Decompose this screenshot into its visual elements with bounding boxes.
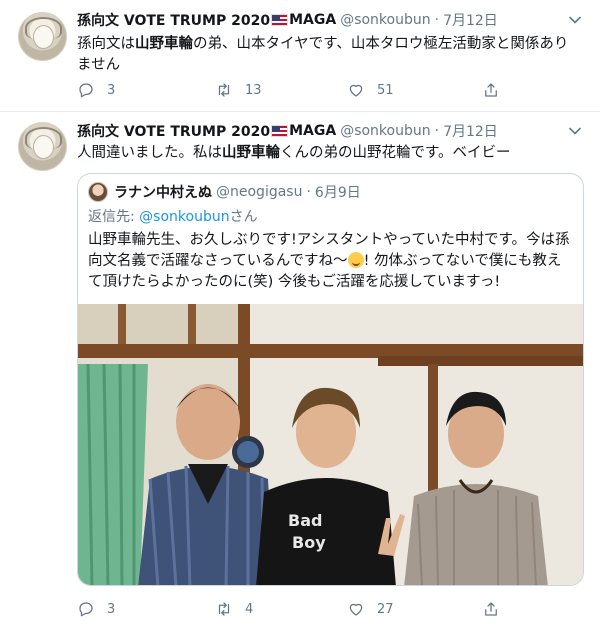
shirt-graphic-text: Boy — [292, 533, 326, 552]
us-flag-icon — [271, 125, 289, 137]
tweet-header: 孫向文 VOTE TRUMP 2020 MAGA @sonkoubun · 7月… — [77, 121, 498, 141]
retweet-icon — [218, 602, 230, 616]
tweet-date[interactable]: 7月12日 — [443, 10, 498, 30]
tweet-actions: 3 4 27 — [77, 600, 547, 622]
reply-count: 3 — [107, 601, 116, 617]
share-button[interactable] — [482, 600, 512, 618]
reply-icon — [79, 602, 93, 617]
heart-icon — [349, 603, 363, 616]
reply-context: 返信先: @sonkoubunさん — [88, 206, 258, 226]
reply-button[interactable]: 3 — [77, 81, 115, 99]
like-count: 51 — [377, 82, 394, 98]
reply-icon — [79, 83, 93, 98]
reply-context-handle[interactable]: @sonkoubun — [139, 209, 229, 225]
display-name-suffix[interactable]: MAGA — [289, 12, 336, 28]
retweet-count: 13 — [245, 82, 262, 98]
shirt-graphic-text: Bad — [288, 511, 322, 530]
like-count: 27 — [377, 601, 394, 617]
avatar-face — [33, 25, 54, 49]
quoted-tweet-text: 山野車輪先生、お久しぶりです!アシスタントやっていた中村です。今は孫向文名義で活… — [88, 230, 574, 293]
reply-context-label: 返信先: — [88, 209, 140, 225]
user-handle[interactable]: @sonkoubun — [340, 123, 430, 139]
us-flag-icon — [271, 14, 289, 26]
share-icon — [485, 602, 497, 616]
share-icon — [485, 83, 497, 97]
display-name-suffix[interactable]: MAGA — [289, 123, 336, 139]
like-button[interactable]: 51 — [347, 81, 394, 99]
user-avatar[interactable] — [18, 12, 67, 61]
tweet-date[interactable]: 7月12日 — [443, 121, 498, 141]
tweet-text-suffix: くんの弟の山野花輪です。ベイビー — [280, 145, 511, 161]
heart-icon — [349, 84, 363, 97]
separator-dot: · — [434, 12, 440, 28]
tweet-text: 人間違いました。私は山野車輪くんの弟の山野花輪です。ベイビー — [77, 143, 582, 164]
tweet-header: 孫向文 VOTE TRUMP 2020 MAGA @sonkoubun · 7月… — [77, 10, 498, 30]
user-handle[interactable]: @sonkoubun — [340, 12, 430, 28]
separator-dot: · — [306, 184, 311, 200]
avatar-face — [33, 135, 54, 159]
quoted-display-name: ラナン中村えぬ — [114, 185, 212, 201]
tweet[interactable]: 孫向文 VOTE TRUMP 2020 MAGA @sonkoubun · 7月… — [0, 113, 600, 629]
tweet-text-prefix: 人間違いました。私は — [77, 145, 222, 161]
like-button[interactable]: 27 — [347, 600, 394, 618]
chevron-down-icon[interactable] — [568, 124, 582, 138]
retweet-icon — [218, 83, 230, 97]
retweet-button[interactable]: 4 — [215, 600, 253, 618]
tweet-text-highlight: 山野車輪 — [135, 36, 193, 52]
reply-button[interactable]: 3 — [77, 600, 115, 618]
tweet-text-prefix: 孫向文は — [77, 36, 135, 52]
photo-illustration: Bad Boy — [78, 304, 583, 585]
reply-context-suffix: さん — [229, 209, 258, 225]
reply-count: 3 — [107, 82, 116, 98]
quoted-tweet-header: ラナン中村えぬ @neogigasu · 6月9日 — [88, 182, 361, 202]
quoted-user-avatar — [88, 182, 108, 202]
chevron-down-icon[interactable] — [568, 13, 582, 27]
quoted-tweet-date: 6月9日 — [314, 185, 361, 201]
display-name[interactable]: 孫向文 VOTE TRUMP 2020 — [77, 10, 270, 30]
retweet-button[interactable]: 13 — [215, 81, 262, 99]
tweet-actions: 3 13 51 — [77, 81, 547, 103]
quoted-tweet[interactable]: ラナン中村えぬ @neogigasu · 6月9日 返信先: @sonkoubu… — [77, 173, 584, 586]
separator-dot: · — [434, 123, 440, 139]
user-avatar[interactable] — [18, 122, 67, 171]
retweet-count: 4 — [245, 601, 254, 617]
share-button[interactable] — [482, 81, 512, 99]
tweet-text: 孫向文は山野車輪の弟、山本タイヤです、山本タロウ極左活動家と関係ありません — [77, 34, 582, 76]
tweet[interactable]: 孫向文 VOTE TRUMP 2020 MAGA @sonkoubun · 7月… — [0, 0, 600, 112]
attached-photo[interactable]: Bad Boy — [78, 304, 583, 585]
display-name[interactable]: 孫向文 VOTE TRUMP 2020 — [77, 121, 270, 141]
smiling-face-emoji-icon — [347, 252, 364, 268]
quoted-user-handle: @neogigasu — [216, 184, 303, 200]
tweet-text-highlight: 山野車輪 — [222, 145, 280, 161]
